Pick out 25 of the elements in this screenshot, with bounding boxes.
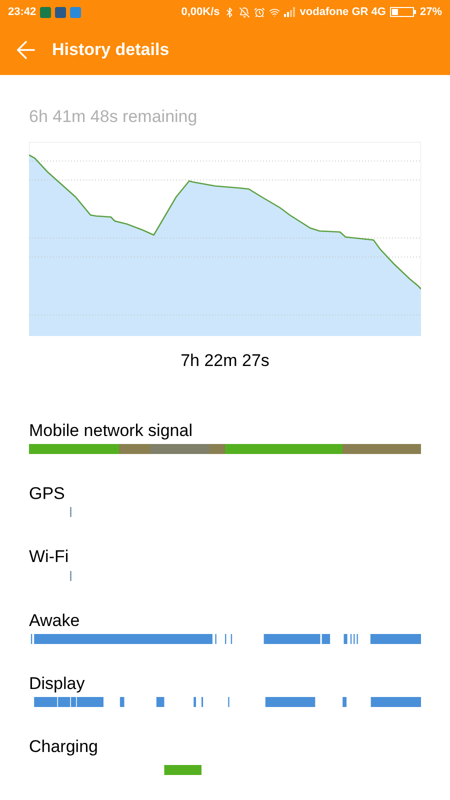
bluetooth-icon (224, 6, 235, 18)
timeline-label: Display (29, 672, 86, 694)
chart-duration: 7h 22m 27s (180, 350, 270, 372)
timeline-bar (70, 570, 72, 580)
battery-icon (390, 7, 416, 17)
timeline-bar (164, 765, 202, 776)
carrier-name: vodafone GR 4G (300, 4, 386, 20)
timeline-label: Wi-Fi (29, 546, 70, 568)
battery-percent: 27% (420, 4, 442, 20)
timeline-label: Awake (29, 610, 81, 631)
timeline-label: GPS (29, 483, 66, 504)
status-time: 23:42 (8, 4, 36, 20)
app-notification-icon (70, 6, 82, 18)
signal-icon (284, 7, 296, 17)
app-notification-icon (55, 6, 66, 18)
timeline-label: Charging (29, 736, 99, 758)
timeline-label: Mobile network signal (29, 420, 194, 441)
screen-title: History details (52, 38, 170, 61)
timeline-bar (70, 507, 72, 518)
app-notification-icon (40, 6, 52, 18)
remaining-time: 6h 41m 48s remaining (29, 106, 198, 128)
alarm-icon (254, 6, 265, 18)
wifi-icon (268, 6, 280, 18)
mute-icon (238, 6, 250, 18)
network-speed: 0,00K/s (181, 4, 220, 20)
